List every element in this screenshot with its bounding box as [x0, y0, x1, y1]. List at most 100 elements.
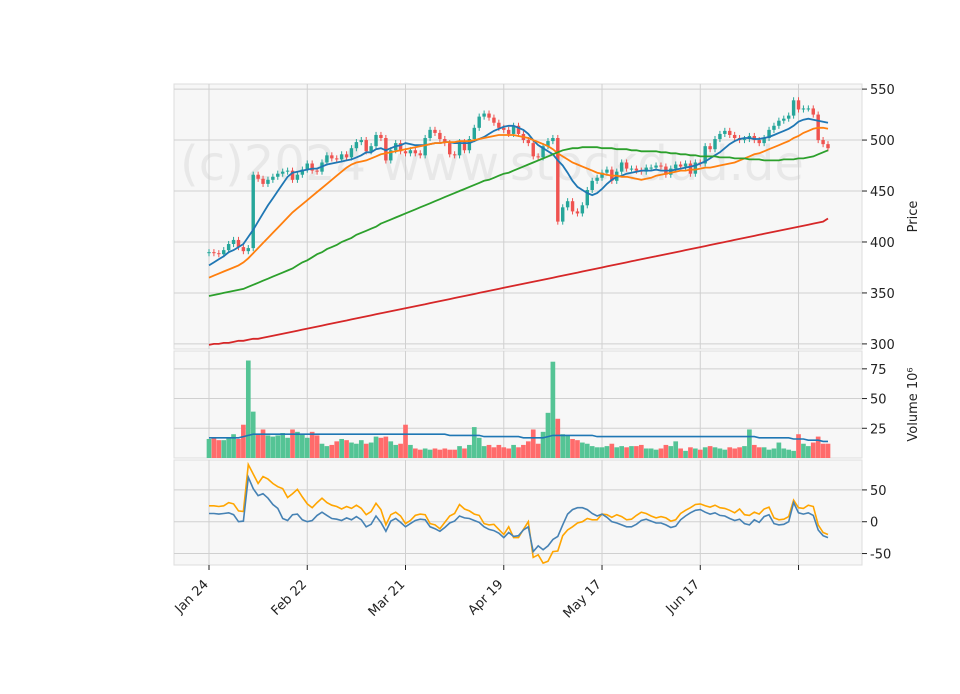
candle-up	[428, 129, 432, 139]
candle-down	[624, 162, 629, 169]
volume-bar-down	[344, 440, 349, 458]
candle-up	[742, 139, 747, 141]
volume-bar-down	[255, 434, 261, 458]
volume-bar-up	[560, 434, 566, 458]
volume-bar-down	[535, 443, 541, 458]
volume-bar-down	[638, 444, 644, 458]
candle-down	[732, 134, 737, 139]
volume-bar-down	[825, 443, 831, 458]
x-tick-label: Apr 19	[465, 577, 506, 618]
candle-up	[791, 100, 796, 116]
candle-up	[806, 108, 811, 110]
volume-bar-up	[781, 448, 787, 458]
volume-bar-down	[570, 438, 575, 458]
volume-bar-up	[580, 442, 585, 458]
candle-up	[595, 177, 599, 181]
candle-up	[207, 252, 211, 254]
volume-bar-down	[403, 424, 408, 458]
volume-bar-down	[521, 444, 526, 458]
candle-down	[344, 154, 349, 158]
candle-down	[241, 247, 246, 252]
candle-up	[629, 168, 634, 170]
volume-bar-down	[216, 440, 222, 458]
volume-bar-down	[820, 443, 826, 458]
candle-down	[811, 108, 815, 115]
candle-up	[231, 239, 236, 245]
volume-bar-up	[265, 435, 271, 458]
volume-bar-up	[776, 442, 782, 458]
volume-bar-up	[702, 447, 708, 458]
candle-up	[374, 134, 378, 147]
volume-bar-up	[324, 446, 330, 458]
volume-bar-up	[467, 444, 472, 458]
candle-down	[826, 144, 830, 149]
volume-bar-up	[339, 438, 344, 458]
volume-bar-down	[447, 449, 453, 458]
volume-bar-down	[506, 448, 512, 458]
volume-bar-up	[806, 446, 811, 458]
y-tick-label: 500	[870, 134, 895, 149]
candle-down	[688, 163, 693, 174]
x-tick-label: May 17	[561, 577, 605, 621]
candle-down	[212, 252, 216, 254]
candle-up	[718, 133, 722, 140]
y-axis-label-price: Price	[906, 201, 921, 233]
volume-bar-down	[442, 448, 448, 458]
volume-bar-up	[245, 360, 251, 458]
volume-bar-down	[688, 447, 693, 458]
volume-bar-up	[319, 443, 325, 458]
candle-up	[786, 115, 791, 119]
candle-down	[678, 164, 683, 167]
candle-up	[580, 205, 585, 214]
candle-up	[285, 170, 290, 172]
volume-bar-up	[275, 435, 281, 458]
volume-bar-down	[732, 448, 737, 458]
candle-up	[605, 169, 609, 173]
candle-down	[330, 155, 334, 159]
volume-bar-up	[683, 450, 688, 458]
volume-bar-down	[516, 447, 521, 458]
volume-bar-down	[756, 447, 762, 458]
candle-down	[487, 113, 491, 118]
volume-bar-down	[751, 444, 757, 458]
candle-up	[472, 127, 477, 140]
candle-up	[457, 142, 462, 156]
volume-bar-down	[241, 424, 246, 458]
x-tick-label: Jan 24	[172, 577, 212, 617]
candle-up	[551, 138, 555, 142]
candle-up	[354, 142, 359, 149]
volume-bar-up	[285, 437, 290, 458]
chart-canvas: (c)2024 www.stockdud.de Jan 24 Feb 22 Mar …	[172, 83, 921, 621]
candle-down	[708, 146, 712, 150]
volume-bar-down	[462, 448, 467, 458]
volume-bar-down	[309, 431, 315, 458]
candle-up	[349, 148, 354, 158]
candle-down	[364, 140, 368, 152]
volume-bar-down	[796, 434, 801, 458]
candle-down	[403, 151, 408, 154]
volume-bar-up	[393, 444, 399, 458]
candle-up	[295, 174, 300, 180]
volume-bar-up	[457, 446, 462, 458]
volume-bar-down	[398, 443, 403, 458]
volume-bar-down	[609, 443, 615, 458]
x-tick-label: Mar 21	[366, 577, 409, 620]
y-tick-label: 75	[870, 363, 887, 378]
candle-up	[482, 113, 486, 117]
volume-bar-down	[432, 448, 438, 458]
candle-down	[379, 134, 383, 139]
volume-bar-up	[673, 441, 679, 458]
candle-down	[261, 178, 265, 184]
volume-bar-up	[368, 442, 374, 458]
candle-down	[335, 158, 339, 160]
volume-bar-up	[471, 427, 477, 458]
volume-bar-down	[314, 435, 320, 458]
volume-bar-up	[408, 444, 413, 458]
candle-up	[801, 108, 806, 110]
volume-bar-up	[349, 442, 354, 458]
candle-down	[556, 138, 560, 222]
volume-bar-down	[417, 449, 423, 458]
volume-bar-down	[525, 441, 531, 458]
candle-up	[222, 250, 226, 255]
volume-bar-down	[634, 446, 639, 458]
